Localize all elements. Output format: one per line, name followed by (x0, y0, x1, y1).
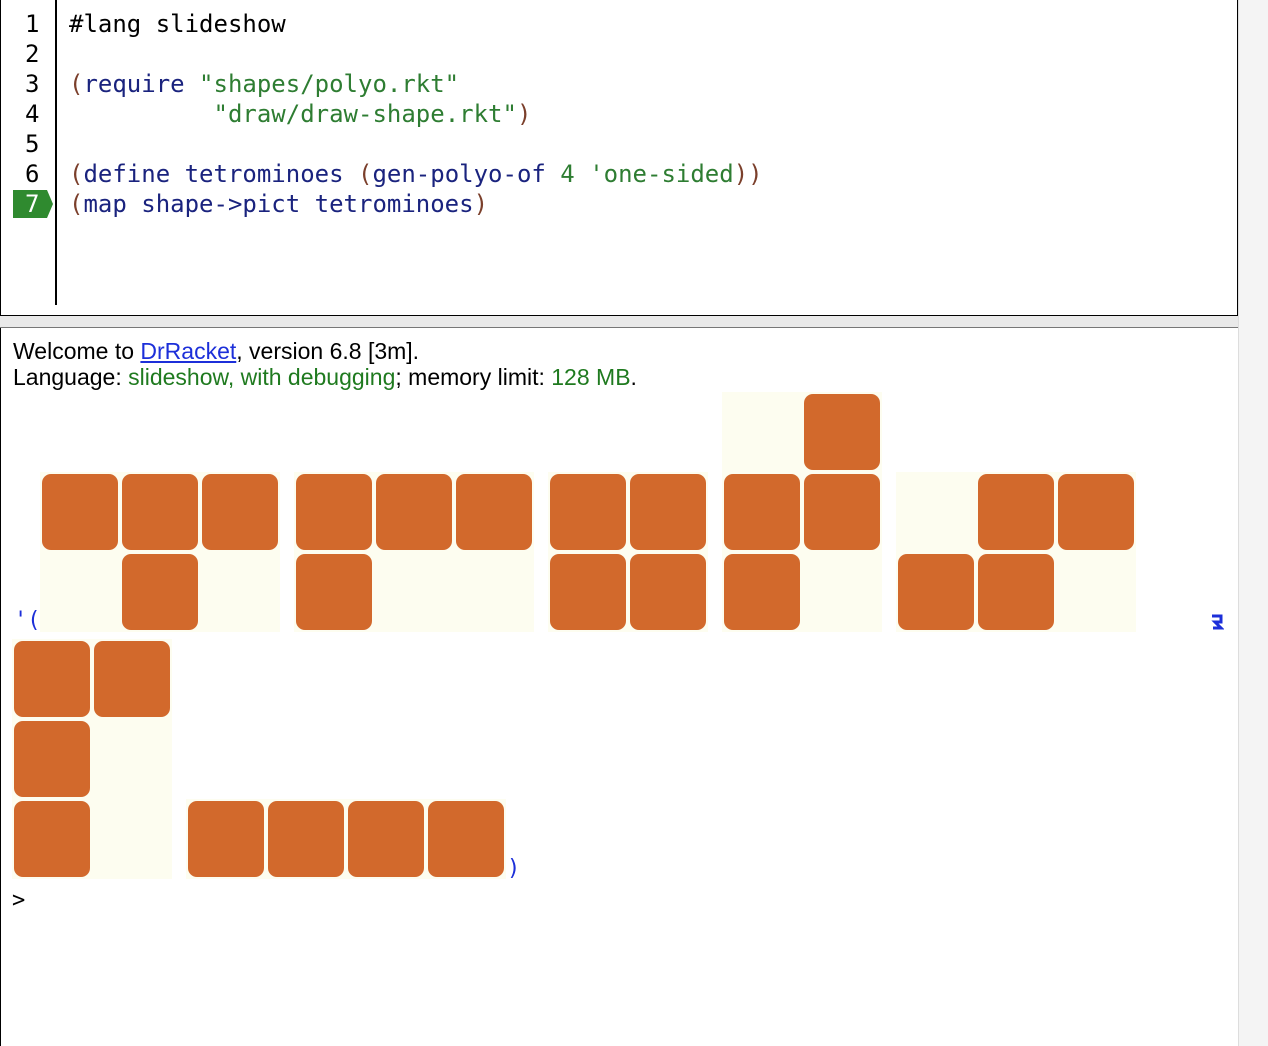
line-number: 1 (25, 10, 40, 38)
memory-label: ; memory limit: (395, 364, 552, 390)
tetromino-block (978, 474, 1054, 550)
code-token: gen-polyo-of (372, 160, 561, 188)
code-token: ( (69, 160, 84, 188)
tetromino-block (898, 554, 974, 630)
tetromino-block (550, 474, 626, 550)
tetromino-block (122, 554, 198, 630)
pict-background-cell (40, 552, 120, 632)
result-close-paren: ) (507, 856, 521, 881)
tetromino-block (376, 474, 452, 550)
tetromino-block (550, 554, 626, 630)
tetromino-block (724, 554, 800, 630)
line-number: 7 (13, 190, 53, 218)
line-number: 4 (25, 100, 40, 128)
code-token: ) (473, 190, 489, 218)
tetromino-block (14, 721, 90, 797)
code-line[interactable]: (map shape->pict tetrominoes) (69, 189, 488, 219)
code-token: 'one-sided (589, 160, 734, 188)
interactions-pane[interactable]: Welcome to DrRacket, version 6.8 [3m]. L… (0, 328, 1238, 1046)
pict-background-cell (1056, 552, 1136, 632)
welcome-suffix: , version 6.8 [3m]. (236, 338, 420, 364)
pict-background-cell (200, 552, 280, 632)
pict-background-cell (722, 392, 802, 472)
code-token: ( (69, 190, 84, 218)
repl-scrollbar[interactable] (1238, 316, 1268, 1046)
code-token: require (83, 70, 200, 98)
tetromino-block (14, 641, 90, 717)
tetromino-block (296, 554, 372, 630)
tetromino-block (804, 474, 880, 550)
code-token: define tetrominoes (83, 160, 358, 188)
repl-prompt[interactable]: > (12, 888, 25, 913)
line-number: 6 (25, 160, 40, 188)
line-number: 2 (25, 40, 40, 68)
language-line: Language: slideshow, with debugging; mem… (13, 364, 637, 390)
code-token: ) (516, 100, 532, 128)
line-number: 5 (25, 130, 40, 158)
pict-background-cell (896, 472, 976, 552)
tetromino-block (296, 474, 372, 550)
tetromino-block (630, 474, 706, 550)
memory-value: 128 MB (551, 364, 631, 390)
tetromino-block (348, 801, 424, 877)
tetromino-block (1058, 474, 1134, 550)
tetromino-block (122, 474, 198, 550)
tetromino-block (428, 801, 504, 877)
code-line[interactable]: (require "shapes/polyo.rkt" (69, 69, 459, 99)
language-value: slideshow, with debugging (128, 364, 396, 390)
code-token: map shape->pict tetrominoes (83, 190, 474, 218)
tetromino-block (14, 801, 90, 877)
gutter-separator (55, 0, 57, 305)
code-token: )) (733, 160, 763, 188)
pict-background-cell (92, 799, 172, 879)
editor-scrollbar[interactable] (1238, 0, 1268, 316)
code-token: "shapes/polyo.rkt" (199, 70, 460, 98)
code-token: ( (358, 160, 373, 188)
code-token: "draw/draw-shape.rkt" (213, 100, 517, 128)
code-line[interactable]: (define tetrominoes (gen-polyo-of 4 'one… (69, 159, 763, 189)
code-token: ( (69, 70, 84, 98)
code-token: #lang slideshow (69, 10, 286, 38)
tetromino-block (202, 474, 278, 550)
tetromino-block (978, 554, 1054, 630)
tetromino-block (630, 554, 706, 630)
tetromino-block (42, 474, 118, 550)
pict-background-cell (92, 719, 172, 799)
snip-arrow-icon[interactable] (1210, 613, 1225, 631)
tetromino-block (804, 394, 880, 470)
pict-background-cell (374, 552, 454, 632)
tetromino-block (188, 801, 264, 877)
language-label: Language: (13, 364, 129, 390)
tetromino-block (456, 474, 532, 550)
result-open-paren: '( (14, 608, 41, 633)
pict-background-cell (802, 552, 882, 632)
code-line[interactable]: "draw/draw-shape.rkt") (69, 99, 532, 129)
tetromino-block (268, 801, 344, 877)
code-token: 4 (560, 160, 575, 188)
drracket-link[interactable]: DrRacket (140, 338, 236, 364)
tetromino-block (724, 474, 800, 550)
memory-end: . (630, 364, 637, 390)
welcome-line: Welcome to DrRacket, version 6.8 [3m]. (13, 338, 419, 364)
code-line[interactable]: #lang slideshow (69, 9, 286, 39)
tetromino-block (94, 641, 170, 717)
definitions-editor[interactable]: 1234567 #lang slideshow (require "shapes/… (0, 0, 1238, 316)
line-number: 3 (25, 70, 40, 98)
pict-background-cell (454, 552, 534, 632)
welcome-prefix: Welcome to (13, 338, 141, 364)
pane-divider[interactable] (0, 316, 1238, 328)
